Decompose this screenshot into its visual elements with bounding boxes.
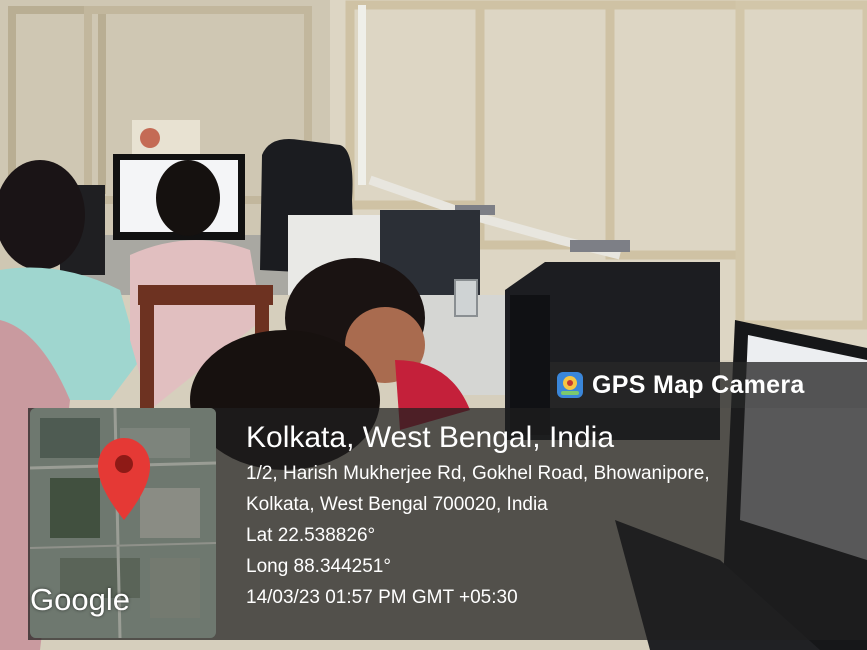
gps-app-title-bar: GPS Map Camera <box>550 362 867 408</box>
address-line-2: Kolkata, West Bengal 700020, India <box>246 494 548 515</box>
latitude: Lat 22.538826° <box>246 525 376 546</box>
camera-app-icon <box>557 372 583 398</box>
location-info: Kolkata, West Bengal, India 1/2, Harish … <box>246 418 710 613</box>
timestamp: 14/03/23 01:57 PM GMT +05:30 <box>246 587 518 608</box>
city-line: Kolkata, West Bengal, India <box>246 421 614 454</box>
longitude: Long 88.344251° <box>246 556 391 577</box>
gps-app-title: GPS Map Camera <box>592 370 805 399</box>
map-attribution: Google <box>30 582 130 617</box>
address-line-1: 1/2, Harish Mukherjee Rd, Gokhel Road, B… <box>246 463 710 484</box>
